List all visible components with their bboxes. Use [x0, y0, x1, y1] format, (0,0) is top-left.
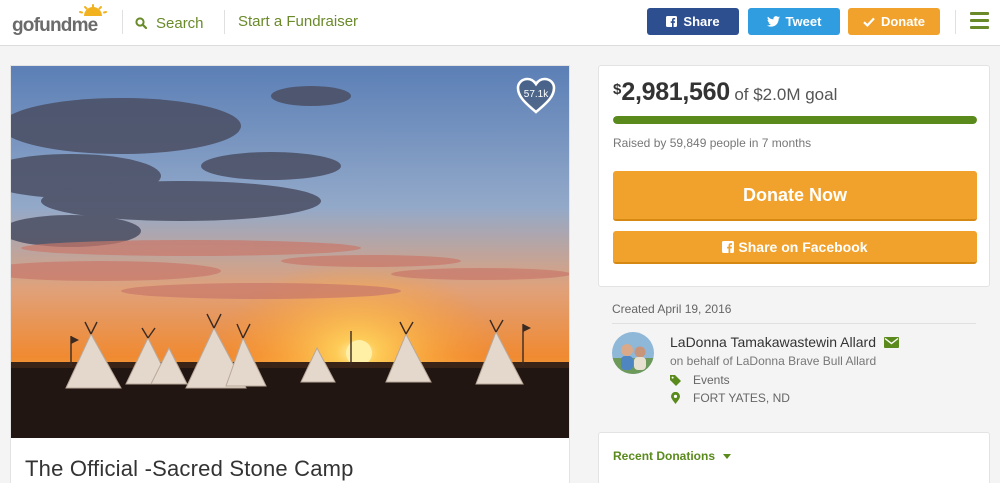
- start-fundraiser-link[interactable]: Start a Fundraiser: [238, 13, 358, 30]
- header-divider: [955, 10, 956, 34]
- location-text: FORT YATES, ND: [693, 391, 790, 405]
- donate-header-button[interactable]: Donate: [848, 8, 940, 35]
- share-facebook-button[interactable]: Share on Facebook: [613, 231, 977, 264]
- twitter-icon: [766, 16, 780, 27]
- avatar[interactable]: [612, 332, 654, 374]
- category-link[interactable]: Events: [693, 373, 730, 387]
- sunset-teepee-photo: [11, 66, 569, 438]
- logo-wordmark: gofundme: [12, 15, 98, 36]
- tag-icon: [670, 374, 681, 386]
- search-icon: [135, 17, 147, 29]
- top-header: gofundme Search Start a Fundraiser Share…: [0, 0, 1000, 46]
- progress-fill: [613, 116, 977, 124]
- campaign-card: 57.1k The Official -Sacred Stone Camp: [10, 65, 570, 483]
- campaign-title: The Official -Sacred Stone Camp: [25, 456, 354, 481]
- category-row: Events: [670, 373, 730, 387]
- donate-now-button[interactable]: Donate Now: [613, 171, 977, 221]
- progress-bar: [613, 116, 977, 124]
- created-date: Created April 19, 2016: [612, 302, 732, 316]
- header-divider: [122, 10, 123, 34]
- hamburger-menu-icon[interactable]: [970, 12, 989, 30]
- raised-by-text: Raised by 59,849 people in 7 months: [613, 136, 812, 150]
- organizer-name[interactable]: LaDonna Tamakawastewin Allard: [670, 334, 876, 350]
- search-link[interactable]: Search: [135, 13, 204, 33]
- organizer-photo: [612, 332, 654, 374]
- map-pin-icon: [671, 392, 680, 404]
- search-label: Search: [156, 14, 204, 32]
- amount-raised: $2,981,560 of $2.0M goal: [613, 78, 837, 107]
- favorite-heart-button[interactable]: 57.1k: [516, 77, 556, 115]
- recent-donations-toggle[interactable]: Recent Donations: [613, 449, 732, 463]
- facebook-icon: [722, 240, 735, 253]
- facebook-icon: [666, 16, 678, 27]
- caret-down-icon: [723, 453, 732, 459]
- recent-donations-card: Recent Donations: [598, 432, 990, 483]
- checkmark-icon: [863, 17, 875, 27]
- location-row: FORT YATES, ND: [670, 391, 790, 405]
- mail-icon[interactable]: [883, 336, 899, 348]
- donation-panel: $2,981,560 of $2.0M goal Raised by 59,84…: [598, 65, 990, 287]
- share-button[interactable]: Share: [647, 8, 739, 35]
- header-divider: [224, 10, 225, 34]
- likes-count: 57.1k: [523, 89, 549, 100]
- tweet-button[interactable]: Tweet: [748, 8, 840, 35]
- gofundme-logo[interactable]: gofundme: [12, 4, 108, 40]
- goal-text: of $2.0M goal: [734, 85, 838, 104]
- divider: [612, 323, 976, 324]
- campaign-photo[interactable]: [11, 66, 569, 438]
- raised-amount: 2,981,560: [621, 78, 730, 106]
- currency-symbol: $: [613, 81, 622, 98]
- organizer: LaDonna Tamakawastewin Allard: [670, 334, 899, 350]
- on-behalf-text: on behalf of LaDonna Brave Bull Allard: [670, 354, 877, 368]
